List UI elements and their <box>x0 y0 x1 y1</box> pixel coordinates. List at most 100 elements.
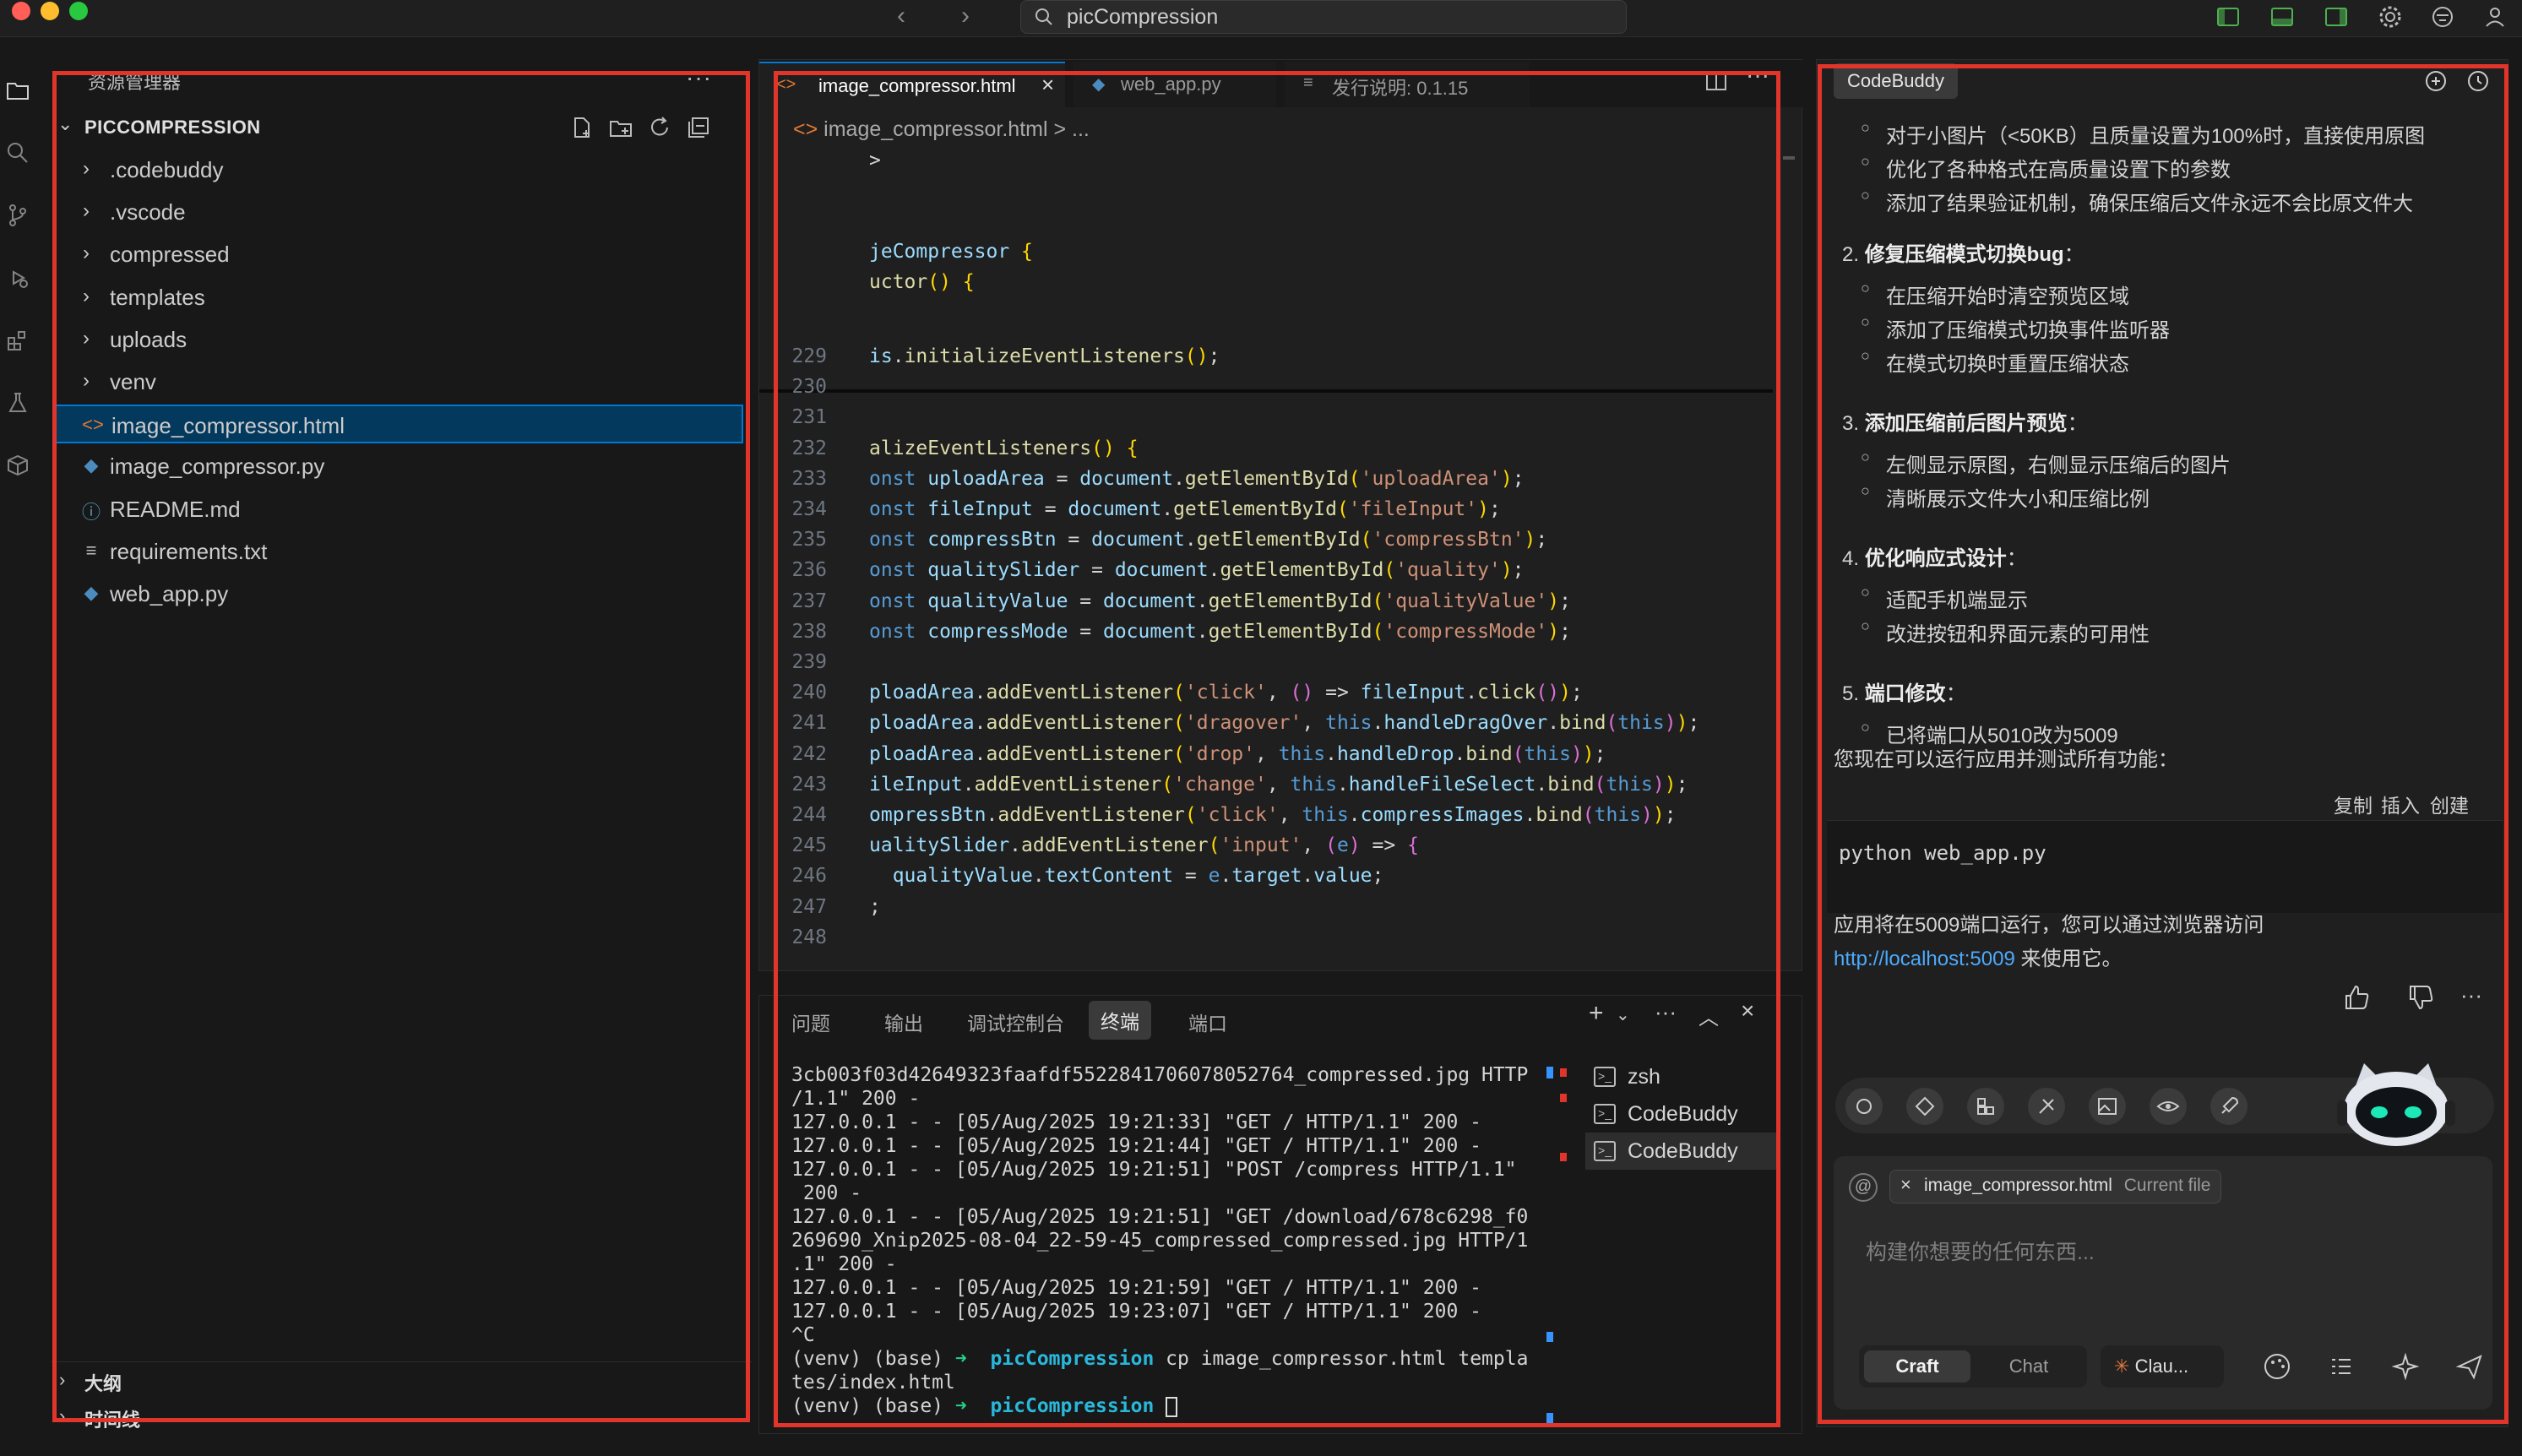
explorer-icon[interactable] <box>5 78 30 103</box>
tree-folder[interactable]: › .codebuddy <box>54 150 743 189</box>
toggle-panel-icon[interactable] <box>2269 3 2296 30</box>
tab-web-app-py[interactable]: ◆ web_app.py <box>1073 62 1276 107</box>
workspace-root-label: PICCOMPRESSION <box>84 117 261 138</box>
thumbs-down-icon[interactable] <box>2406 982 2437 1013</box>
outline-section[interactable]: › 大纲 <box>51 1361 752 1399</box>
tree-folder[interactable]: › .vscode <box>54 193 743 231</box>
zoom-window-button[interactable] <box>69 2 88 20</box>
search-icon[interactable] <box>5 140 30 166</box>
breadcrumb[interactable]: <> image_compressor.html > ... <box>793 117 1090 142</box>
toggle-secondary-sidebar-icon[interactable] <box>2323 3 2350 30</box>
tab-ports[interactable]: 端口 <box>1188 1008 1227 1036</box>
deploy-rocket-icon[interactable] <box>2210 1088 2248 1125</box>
toggle-primary-sidebar-icon[interactable] <box>2215 3 2242 30</box>
split-editor-icon[interactable] <box>1704 68 1729 94</box>
blocks-icon[interactable] <box>1967 1088 2004 1125</box>
workspace-root[interactable]: ⌄ PICCOMPRESSION <box>51 111 752 145</box>
image-icon[interactable] <box>2089 1088 2126 1125</box>
minimap[interactable] <box>1778 148 1798 950</box>
new-folder-icon[interactable] <box>608 115 633 140</box>
create-file-button[interactable]: 创建 <box>2430 790 2469 818</box>
close-window-button[interactable] <box>12 2 30 20</box>
chevron-right-icon: › <box>83 157 90 180</box>
terminal-icon: >_ <box>1594 1141 1616 1161</box>
preview-eye-icon[interactable] <box>2150 1088 2187 1125</box>
tree-folder[interactable]: › uploads <box>54 320 743 359</box>
send-icon[interactable] <box>2452 1349 2487 1384</box>
history-icon[interactable] <box>2465 68 2491 94</box>
tab-debug-console[interactable]: 调试控制台 <box>967 1008 1064 1036</box>
refresh-icon[interactable] <box>647 115 672 140</box>
mode-craft-button[interactable]: Craft <box>1864 1350 1970 1383</box>
extensions-icon[interactable] <box>5 328 30 353</box>
figma-icon[interactable] <box>1845 1088 1883 1125</box>
close-tab-icon[interactable]: × <box>1041 72 1054 98</box>
remove-context-icon[interactable]: × <box>1900 1174 1911 1196</box>
container-box-icon[interactable] <box>5 453 30 478</box>
code-line: 234 onst fileInput = document.getElementB… <box>759 498 1773 529</box>
testing-flask-icon[interactable] <box>5 390 30 416</box>
source-control-icon[interactable] <box>5 203 30 228</box>
command-center-search[interactable]: picCompression <box>1020 0 1627 34</box>
tab-terminal[interactable]: 终端 <box>1089 1001 1151 1040</box>
tree-file[interactable]: <> image_compressor.html <box>54 405 743 444</box>
minimize-window-button[interactable] <box>41 2 59 20</box>
chat-input-box[interactable]: @ × image_compressor.html Current file 构… <box>1834 1156 2492 1410</box>
tree-folder[interactable]: › venv <box>54 362 743 401</box>
mode-chat-button[interactable]: Chat <box>1976 1350 2082 1383</box>
code-line: 244 ompressBtn.addEventListener('click', … <box>759 804 1773 834</box>
tab-image-compressor-html[interactable]: <> image_compressor.html × <box>759 62 1065 107</box>
code-editor[interactable]: > jeCompressor {uctor() { 229 is.initializ… <box>759 148 1773 950</box>
chat-section-heading: 2. 修复压缩模式切换bug： <box>1842 243 2084 266</box>
insert-code-button[interactable]: 插入 <box>2381 790 2420 818</box>
tab-release-notes[interactable]: ≡ 发行说明: 0.1.15 <box>1285 62 1530 107</box>
model-selector[interactable]: ✳ Clau... <box>2101 1345 2224 1388</box>
palette-icon[interactable] <box>2259 1349 2295 1384</box>
plugin-icon[interactable] <box>2028 1088 2065 1125</box>
mention-button[interactable]: @ <box>1849 1173 1878 1202</box>
more-actions-icon[interactable]: ··· <box>1746 62 1771 88</box>
chevron-down-icon[interactable]: ⌄ <box>1616 1004 1641 1030</box>
component-icon[interactable] <box>1906 1088 1943 1125</box>
bottom-panel: 问题 输出 调试控制台 终端 端口 + ⌄ ··· ︿ × 3cb003f03d… <box>758 995 1802 1434</box>
back-arrow-icon[interactable]: ‹ <box>897 3 905 29</box>
timeline-section[interactable]: › 时间线 <box>51 1399 752 1436</box>
terminal-instance[interactable]: >_ CodeBuddy <box>1585 1133 1780 1170</box>
collapse-all-icon[interactable] <box>686 115 711 140</box>
new-file-icon[interactable] <box>569 115 595 140</box>
terminal-instance[interactable]: >_ CodeBuddy <box>1585 1095 1780 1133</box>
new-chat-icon[interactable] <box>2423 68 2449 94</box>
context-file-chip[interactable]: × image_compressor.html Current file <box>1889 1170 2222 1203</box>
chevron-down-icon: ⌄ <box>57 113 73 134</box>
chat-bullet-item: 优化了各种格式在高质量设置下的参数 <box>1861 153 2231 182</box>
code-block: python web_app.py <box>1827 820 2503 913</box>
chat-title: CodeBuddy <box>1834 63 1958 99</box>
more-actions-icon[interactable]: ··· <box>686 64 712 91</box>
tree-file[interactable]: ◆ image_compressor.py <box>54 447 743 486</box>
settings-gear-icon[interactable] <box>2377 3 2404 30</box>
thumbs-up-icon[interactable] <box>2342 982 2373 1013</box>
copy-code-button[interactable]: 复制 <box>2334 790 2373 818</box>
new-terminal-icon[interactable]: + <box>1589 999 1614 1027</box>
maximize-panel-icon[interactable]: ︿ <box>1699 1001 1724 1030</box>
line-number: 244 <box>791 804 827 826</box>
close-panel-icon[interactable]: × <box>1741 997 1766 1024</box>
terminal-instance[interactable]: >_ zsh <box>1585 1058 1780 1095</box>
tree-file[interactable]: ⓘ README.md <box>54 490 743 529</box>
task-list-icon[interactable] <box>2324 1349 2359 1384</box>
more-actions-icon[interactable]: ··· <box>2460 982 2482 1008</box>
chat-input-placeholder[interactable]: 构建你想要的任何东西... <box>1866 1236 2095 1266</box>
tree-file[interactable]: ≡ requirements.txt <box>54 532 743 571</box>
copilot-icon[interactable] <box>2429 3 2456 30</box>
more-actions-icon[interactable]: ··· <box>1655 999 1680 1024</box>
tree-file[interactable]: ◆ web_app.py <box>54 574 743 613</box>
tab-problems[interactable]: 问题 <box>791 1008 830 1036</box>
localhost-link[interactable]: http://localhost:5009 <box>1834 948 2015 970</box>
forward-arrow-icon[interactable]: › <box>961 3 970 29</box>
run-debug-icon[interactable] <box>5 265 30 291</box>
account-icon[interactable] <box>2481 3 2508 30</box>
tree-folder[interactable]: › compressed <box>54 235 743 274</box>
enhance-sparkle-icon[interactable] <box>2388 1349 2423 1384</box>
tab-output[interactable]: 输出 <box>884 1008 923 1036</box>
tree-folder[interactable]: › templates <box>54 278 743 317</box>
